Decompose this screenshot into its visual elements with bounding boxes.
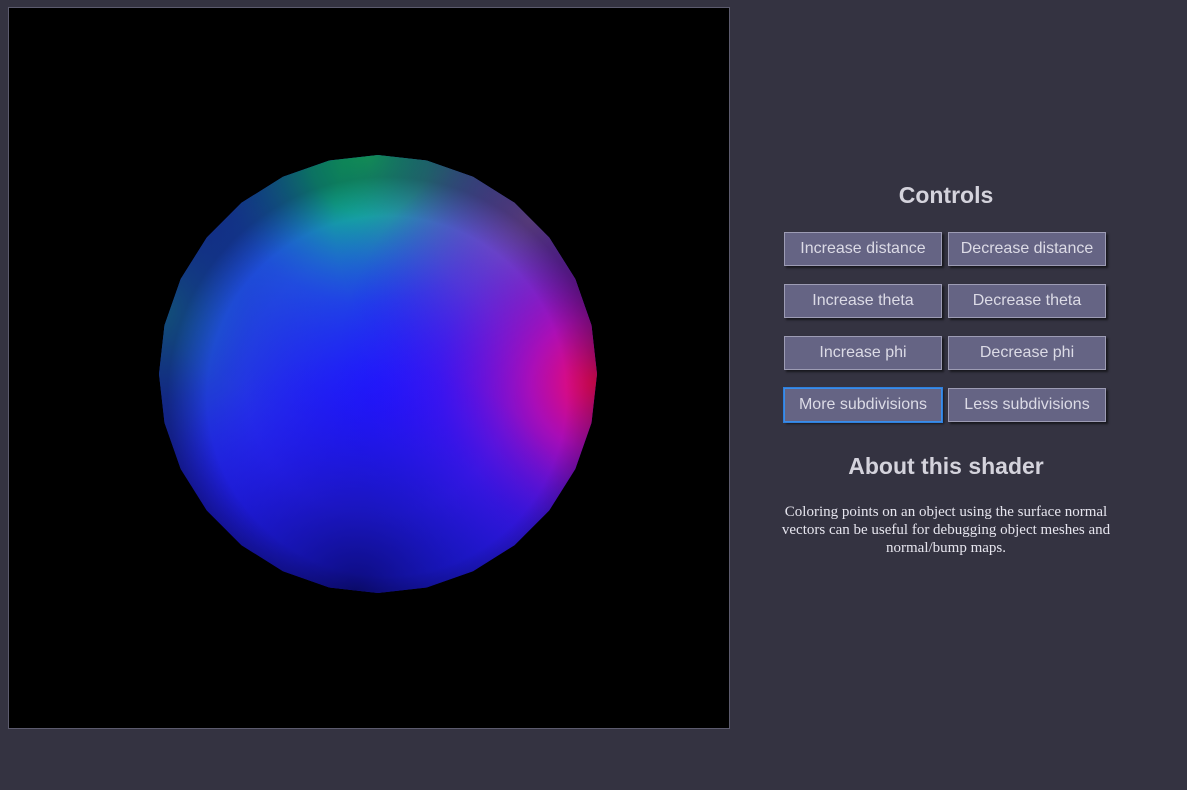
sphere-render: [159, 155, 597, 593]
less-subdivisions-button[interactable]: Less subdivisions: [948, 388, 1106, 422]
increase-theta-button[interactable]: Increase theta: [784, 284, 942, 318]
increase-distance-button[interactable]: Increase distance: [784, 232, 942, 266]
render-canvas[interactable]: [8, 7, 730, 729]
more-subdivisions-button[interactable]: More subdivisions: [784, 388, 942, 422]
about-heading: About this shader: [848, 453, 1044, 479]
decrease-theta-button[interactable]: Decrease theta: [948, 284, 1106, 318]
increase-phi-button[interactable]: Increase phi: [784, 336, 942, 370]
controls-heading: Controls: [898, 182, 994, 208]
about-description: Coloring points on an object using the s…: [781, 504, 1111, 556]
side-panel: Controls Increase distance Decrease dist…: [745, 0, 1147, 790]
sphere: [159, 155, 597, 593]
decrease-distance-button[interactable]: Decrease distance: [948, 232, 1106, 266]
decrease-phi-button[interactable]: Decrease phi: [948, 336, 1106, 370]
